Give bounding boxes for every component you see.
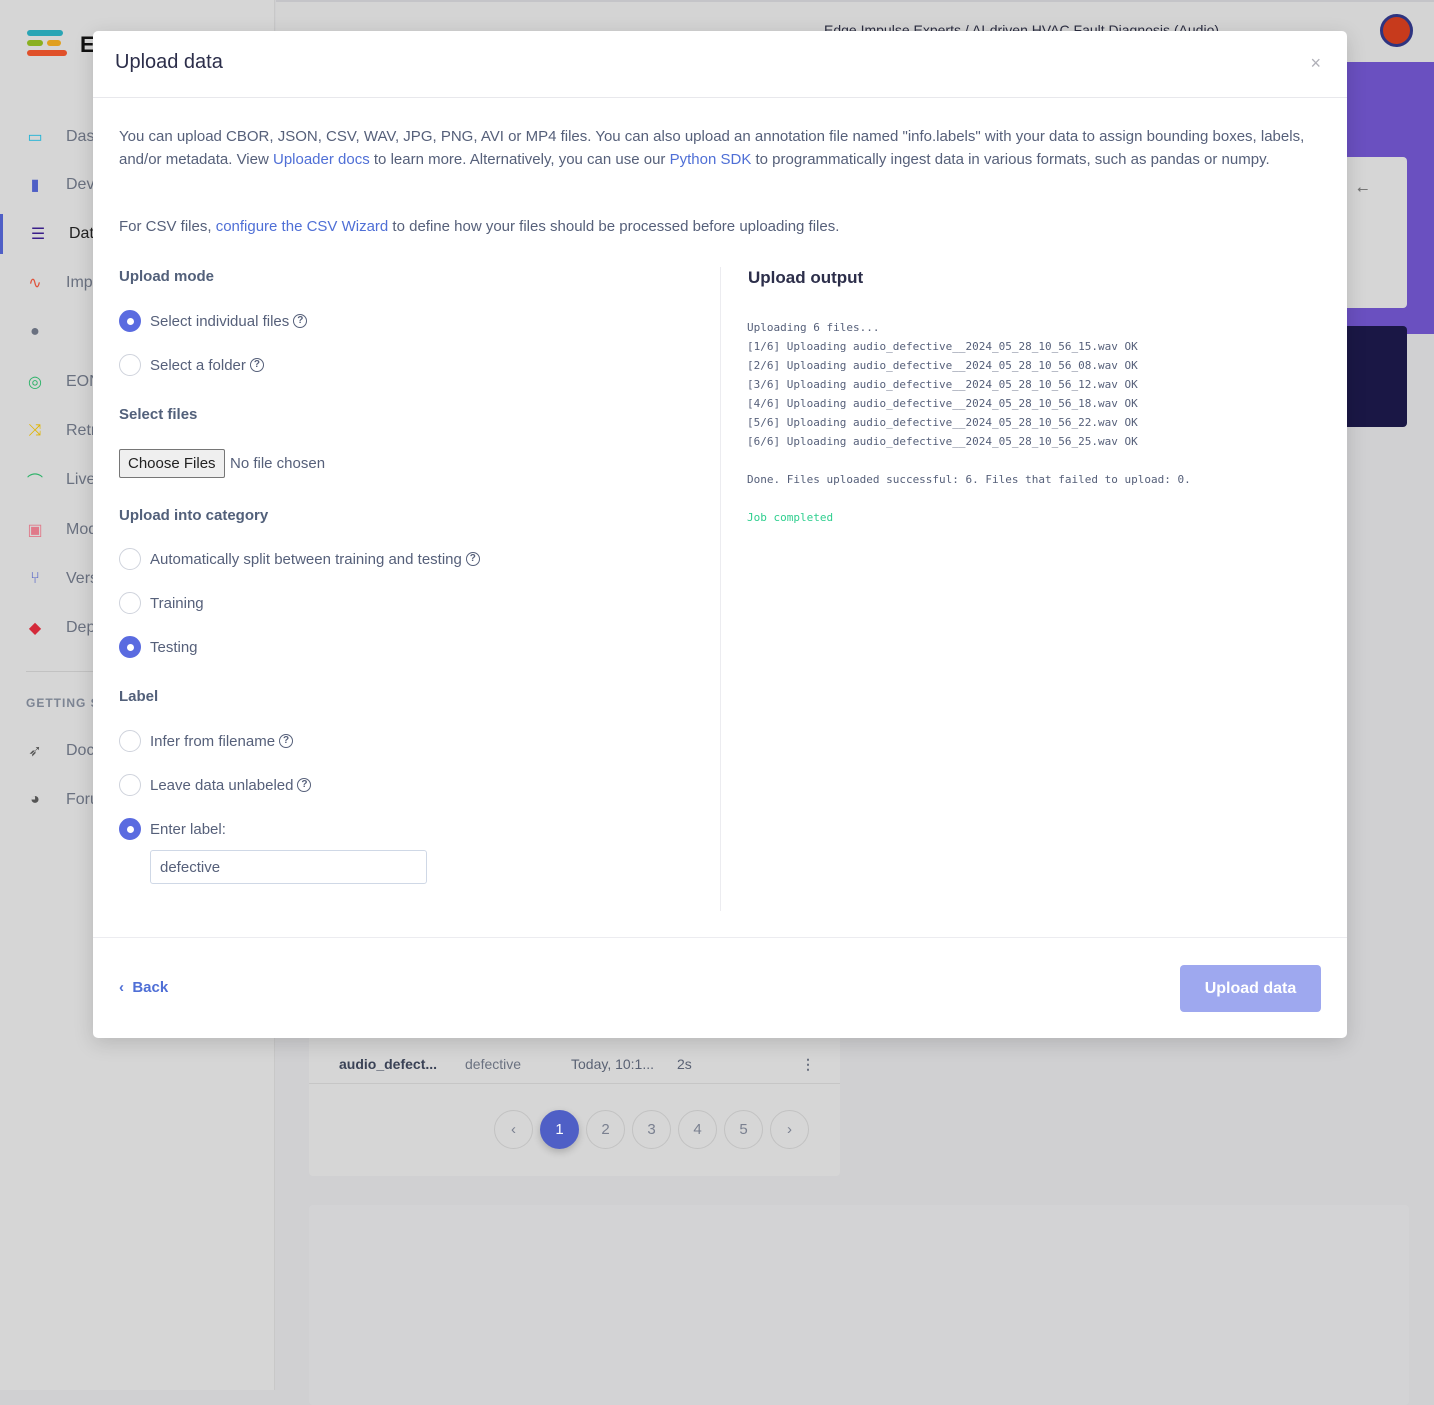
- radio-option[interactable]: Testing: [119, 636, 198, 658]
- rocket-icon: ➶: [28, 743, 42, 760]
- chevron-left-icon: ‹: [119, 979, 133, 996]
- label-input[interactable]: [150, 850, 427, 884]
- help-icon[interactable]: ?: [279, 734, 294, 748]
- category-heading: Upload into category: [119, 507, 269, 524]
- log-line: [4/6] Uploading audio_defective__2024_05…: [747, 397, 1138, 410]
- label-heading: Label: [119, 688, 159, 705]
- csv-part: to define how your files should be proce…: [388, 218, 840, 235]
- shuffle-icon: ⤨: [28, 422, 42, 439]
- uploader-docs-link[interactable]: Uploader docs: [273, 151, 370, 168]
- radio-option[interactable]: Infer from filename?: [119, 730, 294, 752]
- csv-part: For CSV files,: [119, 218, 216, 235]
- radio-label: Enter label:: [150, 820, 226, 838]
- sample-length: 2s: [677, 1056, 692, 1072]
- help-icon[interactable]: ?: [293, 314, 308, 328]
- log-line: Done. Files uploaded successful: 6. File…: [747, 473, 1191, 486]
- radio-label: Leave data unlabeled: [150, 776, 294, 794]
- cube-icon: ◆: [28, 620, 42, 637]
- table-row[interactable]: audio_defect... defective Today, 10:1...…: [309, 1040, 840, 1084]
- pulse-icon: ∿: [28, 275, 42, 292]
- close-icon[interactable]: ×: [1310, 53, 1321, 74]
- radio-label: Select a folder: [150, 356, 246, 374]
- log-line: [1/6] Uploading audio_defective__2024_05…: [747, 340, 1138, 353]
- radio-button[interactable]: [119, 310, 141, 332]
- page-button[interactable]: 4: [678, 1110, 717, 1149]
- logo: [25, 30, 69, 60]
- radio-option[interactable]: Enter label:: [119, 818, 226, 840]
- log-line: [3/6] Uploading audio_defective__2024_05…: [747, 378, 1138, 391]
- upload-output-heading: Upload output: [748, 268, 864, 287]
- radio-option[interactable]: Training: [119, 592, 204, 614]
- more-icon[interactable]: ⋮: [801, 1056, 815, 1073]
- back-label: Back: [132, 979, 169, 996]
- upload-data-button[interactable]: Upload data: [1180, 965, 1321, 1012]
- radio-label: Automatically split between training and…: [150, 550, 462, 568]
- radio-button[interactable]: [119, 592, 141, 614]
- select-files-heading: Select files: [119, 406, 198, 423]
- bezier-icon: ⌒: [26, 474, 43, 491]
- page-button[interactable]: 2: [586, 1110, 625, 1149]
- radio-button[interactable]: [119, 548, 141, 570]
- page-button[interactable]: 5: [724, 1110, 763, 1149]
- log-line: [5/6] Uploading audio_defective__2024_05…: [747, 416, 1138, 429]
- modal-title: Upload data: [115, 51, 223, 73]
- radio-button[interactable]: [119, 774, 141, 796]
- file-status: No file chosen: [230, 455, 326, 472]
- sample-name: audio_defect...: [339, 1056, 438, 1072]
- sample-added: Today, 10:1...: [571, 1056, 655, 1072]
- csv-text: For CSV files, configure the CSV Wizard …: [119, 218, 839, 235]
- intro-text: You can upload CBOR, JSON, CSV, WAV, JPG…: [119, 125, 1319, 171]
- intro-part: to learn more. Alternatively, you can us…: [369, 151, 670, 168]
- radio-option[interactable]: Select individual files?: [119, 310, 308, 332]
- help-icon[interactable]: ?: [465, 552, 480, 566]
- modal-header: Upload data ×: [93, 31, 1347, 98]
- compass-icon: ◎: [28, 374, 42, 391]
- clipboard-check-icon: ▣: [27, 522, 43, 539]
- radio-button[interactable]: [119, 354, 141, 376]
- modal-footer-divider: [93, 937, 1347, 938]
- prev-page-button[interactable]: ‹: [494, 1110, 533, 1149]
- radio-label: Select individual files: [150, 312, 290, 330]
- back-button[interactable]: ‹ Back: [119, 979, 168, 996]
- chat-icon: ◕: [30, 791, 40, 808]
- card: [309, 1205, 1409, 1405]
- radio-button[interactable]: [119, 818, 141, 840]
- upload-output-log: Uploading 6 files... [1/6] Uploading audi…: [747, 318, 1191, 527]
- page-button[interactable]: 3: [632, 1110, 671, 1149]
- csv-wizard-link[interactable]: configure the CSV Wizard: [216, 218, 389, 235]
- sample-label: defective: [465, 1056, 522, 1072]
- dot-icon: ●: [30, 323, 40, 340]
- python-sdk-link[interactable]: Python SDK: [670, 151, 752, 168]
- help-icon[interactable]: ?: [297, 778, 312, 792]
- job-status: Job completed: [747, 511, 834, 524]
- avatar[interactable]: [1380, 14, 1413, 47]
- branch-icon: ⑂: [30, 570, 40, 587]
- radio-label: Testing: [150, 638, 198, 656]
- intro-part: to programmatically ingest data in vario…: [751, 151, 1270, 168]
- usb-icon[interactable]: ⭠: [1357, 180, 1368, 197]
- upload-data-modal: Upload data × You can upload CBOR, JSON,…: [93, 31, 1347, 1038]
- choose-files-button[interactable]: Choose Files: [119, 449, 225, 478]
- radio-label: Infer from filename: [150, 732, 276, 750]
- radio-label: Training: [150, 594, 204, 612]
- radio-button[interactable]: [119, 636, 141, 658]
- page-button[interactable]: 1: [540, 1110, 579, 1149]
- radio-option[interactable]: Leave data unlabeled?: [119, 774, 312, 796]
- log-line: Uploading 6 files...: [747, 321, 880, 334]
- chip-icon: ▮: [30, 177, 40, 194]
- log-line: [6/6] Uploading audio_defective__2024_05…: [747, 435, 1138, 448]
- monitor-icon: ▭: [27, 129, 43, 146]
- pagination: ‹ 1 2 3 4 5 ›: [494, 1110, 809, 1149]
- help-icon[interactable]: ?: [249, 358, 264, 372]
- radio-button[interactable]: [119, 730, 141, 752]
- database-icon: ☰: [30, 226, 46, 243]
- next-page-button[interactable]: ›: [770, 1110, 809, 1149]
- column-divider: [720, 267, 721, 911]
- log-line: [2/6] Uploading audio_defective__2024_05…: [747, 359, 1138, 372]
- radio-option[interactable]: Select a folder?: [119, 354, 264, 376]
- upload-mode-heading: Upload mode: [119, 268, 215, 285]
- radio-option[interactable]: Automatically split between training and…: [119, 548, 480, 570]
